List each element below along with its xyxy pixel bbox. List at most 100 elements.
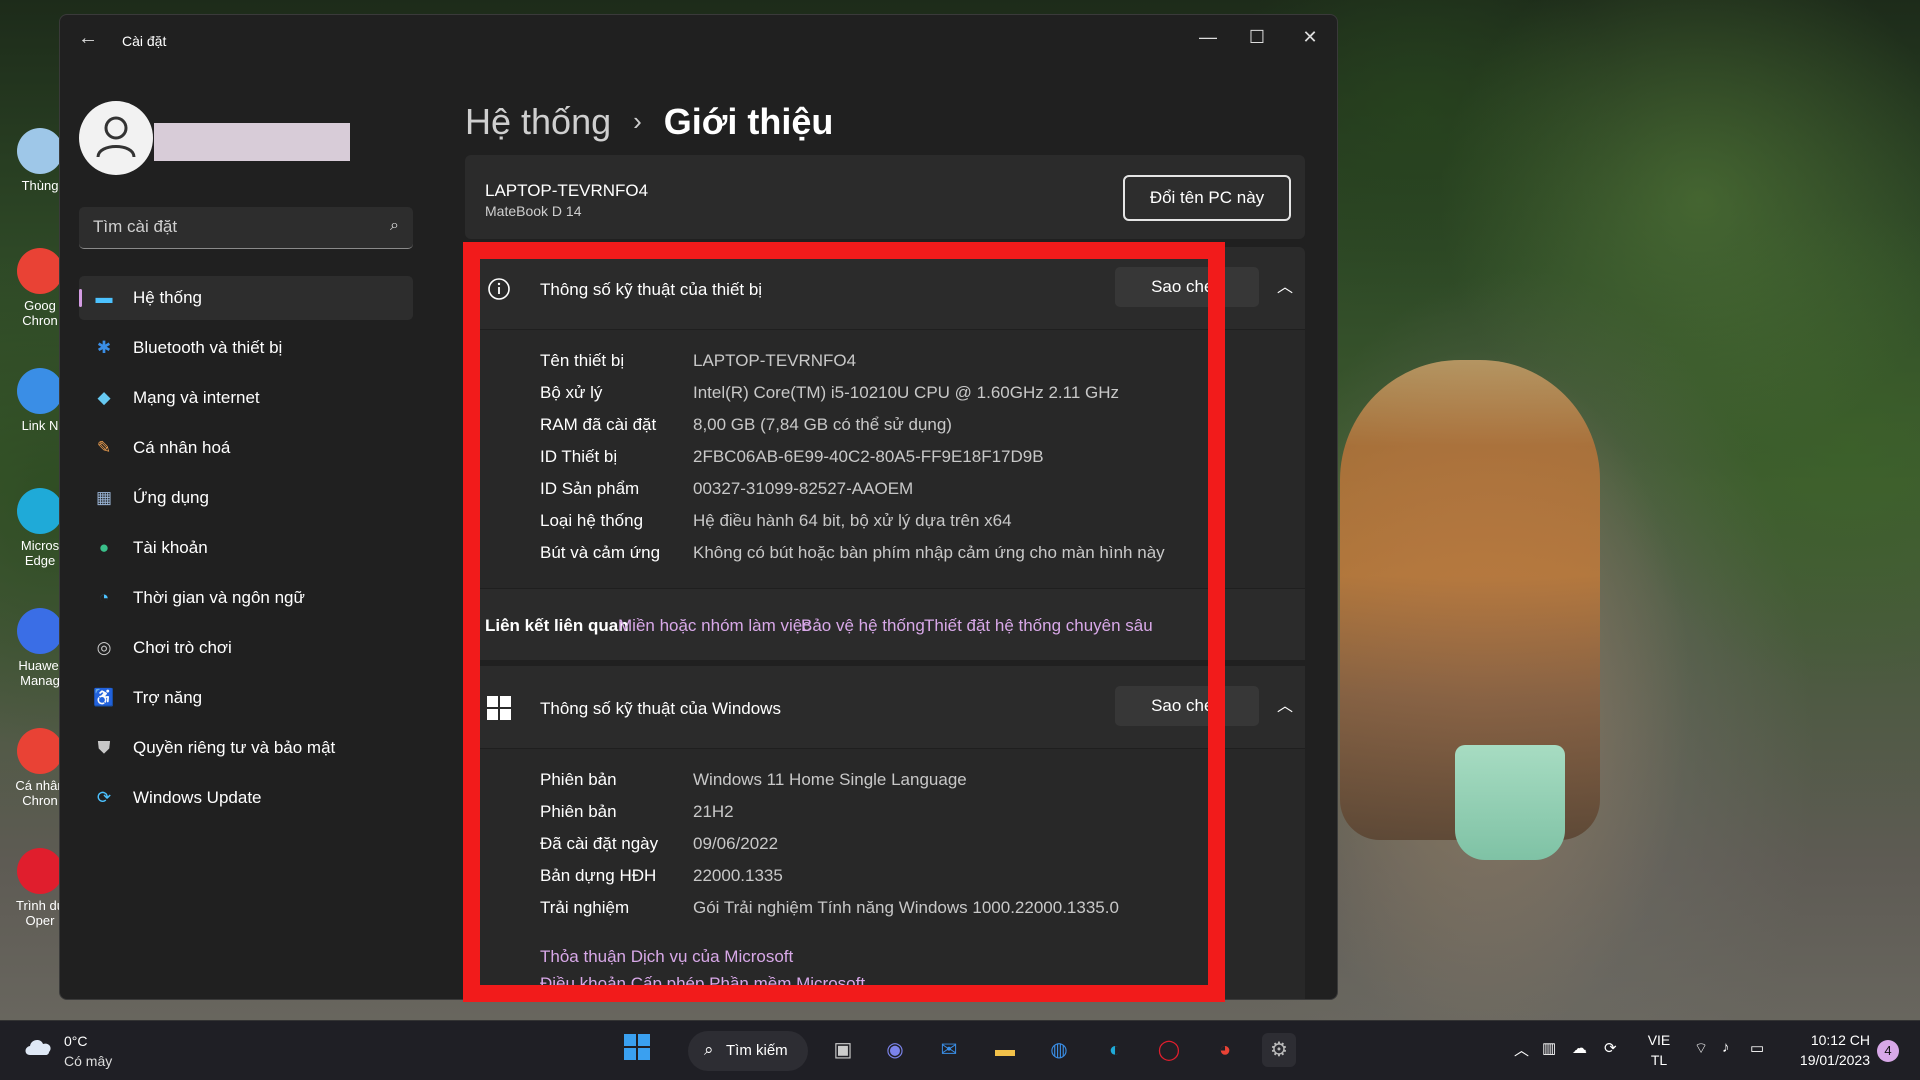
sidebar-item[interactable]: ● Tài khoản xyxy=(79,526,413,570)
spec-value: 21H2 xyxy=(693,802,734,821)
huawei-manager-tray-icon[interactable]: ▥ xyxy=(1542,1039,1556,1057)
spec-key: Bút và cảm ứng xyxy=(540,543,661,562)
weather-widget[interactable]: 0°C Có mây xyxy=(22,1033,112,1069)
input-language[interactable]: VIE TL xyxy=(1644,1030,1674,1070)
maximize-icon[interactable]: ☐ xyxy=(1237,27,1277,48)
windows-specs-header[interactable]: Thông số kỹ thuật của Windows Sao chép ︿ xyxy=(465,666,1305,749)
clock-date: 19/01/2023 xyxy=(1799,1052,1870,1068)
sidebar-item-label: Tài khoản xyxy=(133,538,208,557)
sidebar-item-icon: ✱ xyxy=(96,338,112,357)
sidebar-item-icon: ▦ xyxy=(95,488,113,507)
windows-logo-icon xyxy=(487,696,511,720)
sidebar-item[interactable]: ◆ Mạng và internet xyxy=(79,376,413,420)
taskbar-search[interactable]: ⌕ Tìm kiếm xyxy=(688,1031,808,1071)
wallpaper-bucket xyxy=(1455,745,1565,860)
device-specs-header[interactable]: Thông số kỹ thuật của thiết bị Sao chép … xyxy=(465,247,1305,330)
sidebar-item-icon: ● xyxy=(98,538,110,557)
spec-row: Trải nghiệm Gói Trải nghiệm Tính năng Win… xyxy=(465,893,1305,925)
search-input[interactable]: Tìm cài đặt ⌕ xyxy=(79,207,413,249)
desktop-app-icon xyxy=(17,728,63,774)
chrome-icon[interactable]: ◕ xyxy=(1208,1033,1242,1067)
sidebar-item[interactable]: ⟳ Windows Update xyxy=(79,776,413,820)
spec-row: RAM đã cài đặt 8,00 GB (7,84 GB có thể sử… xyxy=(465,410,1305,442)
related-link[interactable]: Bảo vệ hệ thống xyxy=(801,616,925,636)
sidebar-item[interactable]: ▬ Hệ thống xyxy=(79,276,413,320)
close-icon[interactable]: ✕ xyxy=(1290,27,1330,48)
device-specs-rows: Tên thiết bị LAPTOP-TEVRNFO4 Bộ xử lý Intel… xyxy=(465,330,1305,588)
spec-value: Windows 11 Home Single Language xyxy=(693,770,967,789)
desktop-app-icon xyxy=(17,128,63,174)
desktop-app-icon xyxy=(17,248,63,294)
sidebar-item[interactable]: ◎ Chơi trò chơi xyxy=(79,626,413,670)
edge-icon[interactable]: ◐ xyxy=(1098,1033,1132,1067)
related-link[interactable]: Miền hoặc nhóm làm việc xyxy=(618,616,811,636)
notification-badge[interactable]: 4 xyxy=(1877,1040,1899,1062)
spec-row: Tên thiết bị LAPTOP-TEVRNFO4 xyxy=(465,346,1305,378)
rename-pc-button[interactable]: Đổi tên PC này xyxy=(1123,175,1291,221)
battery-icon[interactable]: ▭ xyxy=(1750,1039,1764,1057)
chevron-up-icon[interactable]: ︿ xyxy=(1270,692,1300,716)
sidebar-item[interactable]: ✱ Bluetooth và thiết bị xyxy=(79,326,413,370)
task-view-icon[interactable]: ▣ xyxy=(826,1033,860,1067)
copy-device-specs-button[interactable]: Sao chép xyxy=(1115,267,1259,307)
breadcrumb-parent[interactable]: Hệ thống xyxy=(465,101,611,142)
settings-gear-icon[interactable]: ⚙ xyxy=(1262,1033,1296,1067)
sidebar-item-icon: ⛊ xyxy=(97,738,111,757)
related-links: Liên kết liên quan Miền hoặc nhóm làm vi… xyxy=(465,588,1305,666)
sidebar: Tìm cài đặt ⌕ ▬ Hệ thống ✱ Bluetooth và thi… xyxy=(60,61,460,999)
breadcrumb: Hệ thống › Giới thiệu xyxy=(465,101,833,143)
file-explorer-icon[interactable]: ▬ xyxy=(988,1033,1022,1067)
sidebar-item[interactable]: ◔ Thời gian và ngôn ngữ xyxy=(79,576,413,620)
sidebar-item[interactable]: ♿ Trợ năng xyxy=(79,676,413,720)
spec-key: Bộ xử lý xyxy=(540,383,603,402)
windows-specs-rows: Phiên bản Windows 11 Home Single Language… xyxy=(465,749,1305,943)
microsoft-link[interactable]: Thỏa thuận Dịch vụ của Microsoft xyxy=(540,943,1305,970)
avatar[interactable] xyxy=(79,101,153,175)
mail-icon[interactable]: ✉ xyxy=(932,1033,966,1067)
desktop-app-icon xyxy=(17,608,63,654)
related-link[interactable]: Thiết đặt hệ thống chuyên sâu xyxy=(924,616,1153,636)
spec-value: 2FBC06AB-6E99-40C2-80A5-FF9E18F17D9B xyxy=(693,447,1044,466)
clock[interactable]: 10:12 CH 19/01/2023 xyxy=(1790,1030,1870,1070)
sync-tray-icon[interactable]: ⟳ xyxy=(1604,1039,1617,1057)
copy-windows-specs-button[interactable]: Sao chép xyxy=(1115,686,1259,726)
opera-icon[interactable]: ◯ xyxy=(1152,1033,1186,1067)
back-arrow-icon[interactable]: ← xyxy=(78,27,98,50)
spec-value: Gói Trải nghiệm Tính năng Windows 1000.2… xyxy=(693,898,1119,917)
sidebar-item-label: Bluetooth và thiết bị xyxy=(133,338,283,357)
cloud-tray-icon[interactable]: ☁ xyxy=(1572,1039,1587,1057)
minimize-icon[interactable]: — xyxy=(1188,27,1228,48)
start-icon[interactable] xyxy=(620,1033,654,1067)
search-icon[interactable]: ⌕ xyxy=(390,217,399,235)
chevron-up-tray-icon[interactable]: ︿ xyxy=(1514,1039,1529,1060)
volume-icon[interactable]: ♪ xyxy=(1722,1039,1730,1056)
taskbar-search-label: Tìm kiếm xyxy=(726,1042,788,1059)
search-icon: ⌕ xyxy=(704,1040,714,1059)
sidebar-item-label: Ứng dụng xyxy=(133,488,209,507)
spec-row: Loại hệ thống Hệ điều hành 64 bit, bộ xử … xyxy=(465,506,1305,538)
weather-condition: Có mây xyxy=(64,1053,113,1069)
spec-key: Tên thiết bị xyxy=(540,351,625,370)
spec-value: Hệ điều hành 64 bit, bộ xử lý dựa trên x… xyxy=(693,511,1012,530)
sidebar-item[interactable]: ✎ Cá nhân hoá xyxy=(79,426,413,470)
spec-row: Bộ xử lý Intel(R) Core(TM) i5-10210U CPU … xyxy=(465,378,1305,410)
sidebar-item[interactable]: ▦ Ứng dụng xyxy=(79,476,413,520)
sidebar-item-icon: ✎ xyxy=(96,438,112,457)
info-icon xyxy=(488,278,510,300)
pc-model: MateBook D 14 xyxy=(485,203,582,219)
chevron-up-icon[interactable]: ︿ xyxy=(1270,273,1300,297)
title-bar: ← Cài đặt — ☐ ✕ xyxy=(60,15,1337,61)
desktop-app-icon xyxy=(17,368,63,414)
link-now-icon[interactable]: ◍ xyxy=(1042,1033,1076,1067)
sidebar-item-label: Windows Update xyxy=(133,788,262,807)
desktop-app-icon xyxy=(17,848,63,894)
spec-row: ID Thiết bị 2FBC06AB-6E99-40C2-80A5-FF9E1… xyxy=(465,442,1305,474)
spec-value: Intel(R) Core(TM) i5-10210U CPU @ 1.60GH… xyxy=(693,383,1120,402)
spec-panel: Thông số kỹ thuật của thiết bị Sao chép … xyxy=(465,247,1305,999)
teams-chat-icon[interactable]: ◉ xyxy=(878,1033,912,1067)
wifi-icon[interactable]: ⌔ xyxy=(1694,1039,1708,1058)
microsoft-link[interactable]: Điều khoản Cấp phép Phần mềm Microsoft xyxy=(540,970,1305,997)
pc-card: LAPTOP-TEVRNFO4 MateBook D 14 Đổi tên PC… xyxy=(465,155,1305,239)
sidebar-item[interactable]: ⛊ Quyền riêng tư và bảo mật xyxy=(79,726,413,770)
sidebar-item-icon: ◆ xyxy=(97,388,111,407)
